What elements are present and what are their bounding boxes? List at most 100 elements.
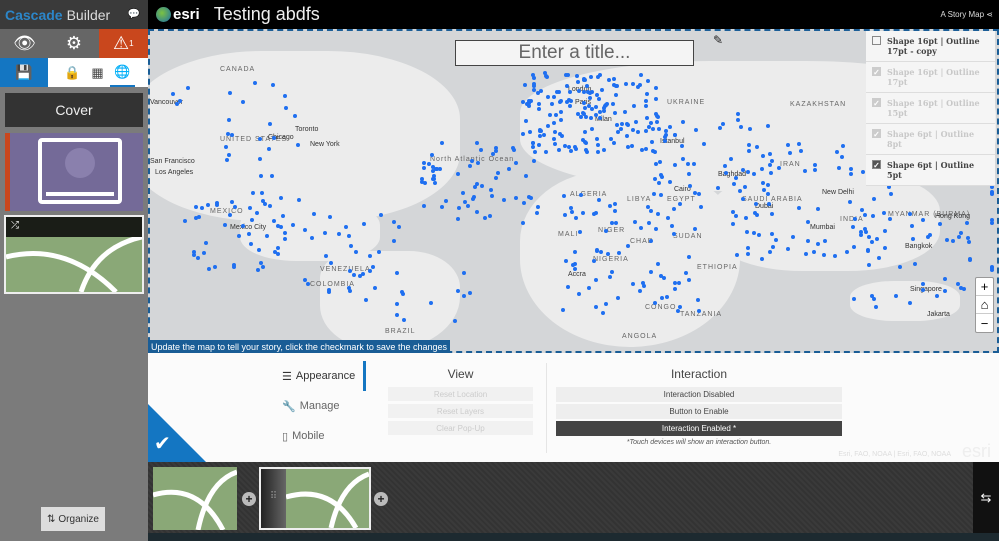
- map-point-marker[interactable]: [746, 142, 751, 147]
- map-point-marker[interactable]: [562, 212, 567, 217]
- map-point-marker[interactable]: [942, 277, 947, 282]
- cover-section-button[interactable]: Cover: [5, 93, 143, 127]
- map-point-marker[interactable]: [227, 152, 232, 157]
- map-point-marker[interactable]: [271, 135, 276, 140]
- map-point-marker[interactable]: [625, 133, 630, 138]
- drag-handle-icon[interactable]: ⠿: [261, 469, 286, 528]
- map-point-marker[interactable]: [568, 89, 573, 94]
- map-point-marker[interactable]: [615, 295, 620, 300]
- map-point-marker[interactable]: [584, 83, 589, 88]
- home-button[interactable]: ⌂: [976, 296, 993, 314]
- map-point-marker[interactable]: [337, 231, 342, 236]
- map-point-marker[interactable]: [437, 167, 442, 172]
- map-point-marker[interactable]: [593, 304, 598, 309]
- map-point-marker[interactable]: [379, 212, 384, 217]
- map-point-marker[interactable]: [850, 224, 855, 229]
- map-point-marker[interactable]: [295, 142, 300, 147]
- map-point-marker[interactable]: [648, 238, 653, 243]
- map-point-marker[interactable]: [257, 247, 262, 252]
- map-point-marker[interactable]: [746, 148, 751, 153]
- map-point-marker[interactable]: [754, 212, 759, 217]
- map-point-marker[interactable]: [696, 309, 701, 314]
- map-point-marker[interactable]: [581, 77, 586, 82]
- map-point-marker[interactable]: [640, 281, 645, 286]
- map-point-marker[interactable]: [681, 119, 686, 124]
- map-point-marker[interactable]: [609, 269, 614, 274]
- map-point-marker[interactable]: [893, 294, 898, 299]
- map-title-input[interactable]: Enter a title...: [455, 40, 694, 66]
- map-point-marker[interactable]: [815, 206, 820, 211]
- map-point-marker[interactable]: [545, 123, 550, 128]
- map-point-marker[interactable]: [229, 132, 234, 137]
- map-point-marker[interactable]: [328, 260, 333, 265]
- map-point-marker[interactable]: [558, 117, 563, 122]
- reset-layers-button[interactable]: Reset Layers: [388, 404, 533, 418]
- map-point-marker[interactable]: [683, 270, 688, 275]
- map-point-marker[interactable]: [524, 174, 529, 179]
- map-point-marker[interactable]: [907, 211, 912, 216]
- map-point-marker[interactable]: [261, 265, 266, 270]
- map-point-marker[interactable]: [581, 101, 586, 106]
- map-point-marker[interactable]: [908, 300, 913, 305]
- map-point-marker[interactable]: [697, 191, 702, 196]
- map-point-marker[interactable]: [937, 221, 942, 226]
- map-point-marker[interactable]: [536, 142, 541, 147]
- map-point-marker[interactable]: [951, 238, 956, 243]
- map-point-marker[interactable]: [597, 197, 602, 202]
- preview-eye-button[interactable]: 👁: [0, 29, 50, 58]
- map-point-marker[interactable]: [371, 264, 376, 269]
- map-point-marker[interactable]: [488, 188, 493, 193]
- map-point-marker[interactable]: [532, 150, 537, 155]
- save-button[interactable]: 💾: [0, 58, 48, 87]
- map-point-marker[interactable]: [990, 189, 994, 194]
- map-point-marker[interactable]: [262, 201, 267, 206]
- map-point-marker[interactable]: [455, 216, 460, 221]
- map-point-marker[interactable]: [391, 220, 396, 225]
- map-point-marker[interactable]: [302, 228, 307, 232]
- map-point-marker[interactable]: [767, 249, 772, 254]
- map-point-marker[interactable]: [598, 249, 603, 254]
- map-point-marker[interactable]: [429, 152, 434, 157]
- map-point-marker[interactable]: [521, 201, 526, 206]
- map-canvas[interactable]: CANADA UNITED STATES MEXICO VENEZUELA COLOMB…: [148, 29, 999, 353]
- map-point-marker[interactable]: [564, 83, 569, 88]
- map-point-marker[interactable]: [650, 126, 655, 131]
- map-point-marker[interactable]: [664, 295, 669, 300]
- map-point-marker[interactable]: [213, 265, 218, 270]
- map-point-marker[interactable]: [735, 117, 740, 122]
- map-point-marker[interactable]: [962, 287, 967, 292]
- map-point-marker[interactable]: [493, 175, 498, 180]
- map-point-marker[interactable]: [461, 294, 466, 299]
- map-point-marker[interactable]: [566, 73, 571, 78]
- map-point-marker[interactable]: [348, 243, 353, 248]
- map-point-marker[interactable]: [796, 206, 801, 210]
- map-point-marker[interactable]: [495, 170, 500, 175]
- map-point-marker[interactable]: [728, 156, 733, 161]
- map-point-marker[interactable]: [351, 272, 356, 277]
- tab-mobile[interactable]: ▯ Mobile: [282, 421, 366, 451]
- map-point-marker[interactable]: [624, 122, 629, 127]
- map-point-marker[interactable]: [604, 228, 609, 233]
- map-point-marker[interactable]: [493, 146, 498, 151]
- map-point-marker[interactable]: [468, 290, 473, 295]
- map-point-marker[interactable]: [204, 240, 209, 245]
- map-point-marker[interactable]: [659, 295, 664, 300]
- layer-toggle[interactable]: ✓ Shape 6pt | Outline 5pt: [866, 155, 995, 186]
- map-point-marker[interactable]: [722, 163, 727, 168]
- map-point-marker[interactable]: [695, 298, 700, 303]
- map-point-marker[interactable]: [766, 123, 771, 128]
- map-point-marker[interactable]: [440, 204, 445, 209]
- map-point-marker[interactable]: [648, 208, 653, 213]
- map-point-marker[interactable]: [576, 88, 581, 93]
- settings-button[interactable]: ⚙: [49, 29, 99, 58]
- map-point-marker[interactable]: [612, 208, 617, 213]
- map-point-marker[interactable]: [587, 95, 592, 100]
- map-point-marker[interactable]: [580, 211, 585, 216]
- map-point-marker[interactable]: [478, 148, 483, 153]
- map-point-marker[interactable]: [170, 91, 175, 96]
- map-point-marker[interactable]: [658, 172, 663, 177]
- map-point-marker[interactable]: [391, 238, 396, 243]
- map-point-marker[interactable]: [271, 219, 276, 224]
- layer-toggle[interactable]: Shape 16pt | Outline 17pt - copy: [866, 31, 995, 62]
- map-point-marker[interactable]: [643, 128, 648, 133]
